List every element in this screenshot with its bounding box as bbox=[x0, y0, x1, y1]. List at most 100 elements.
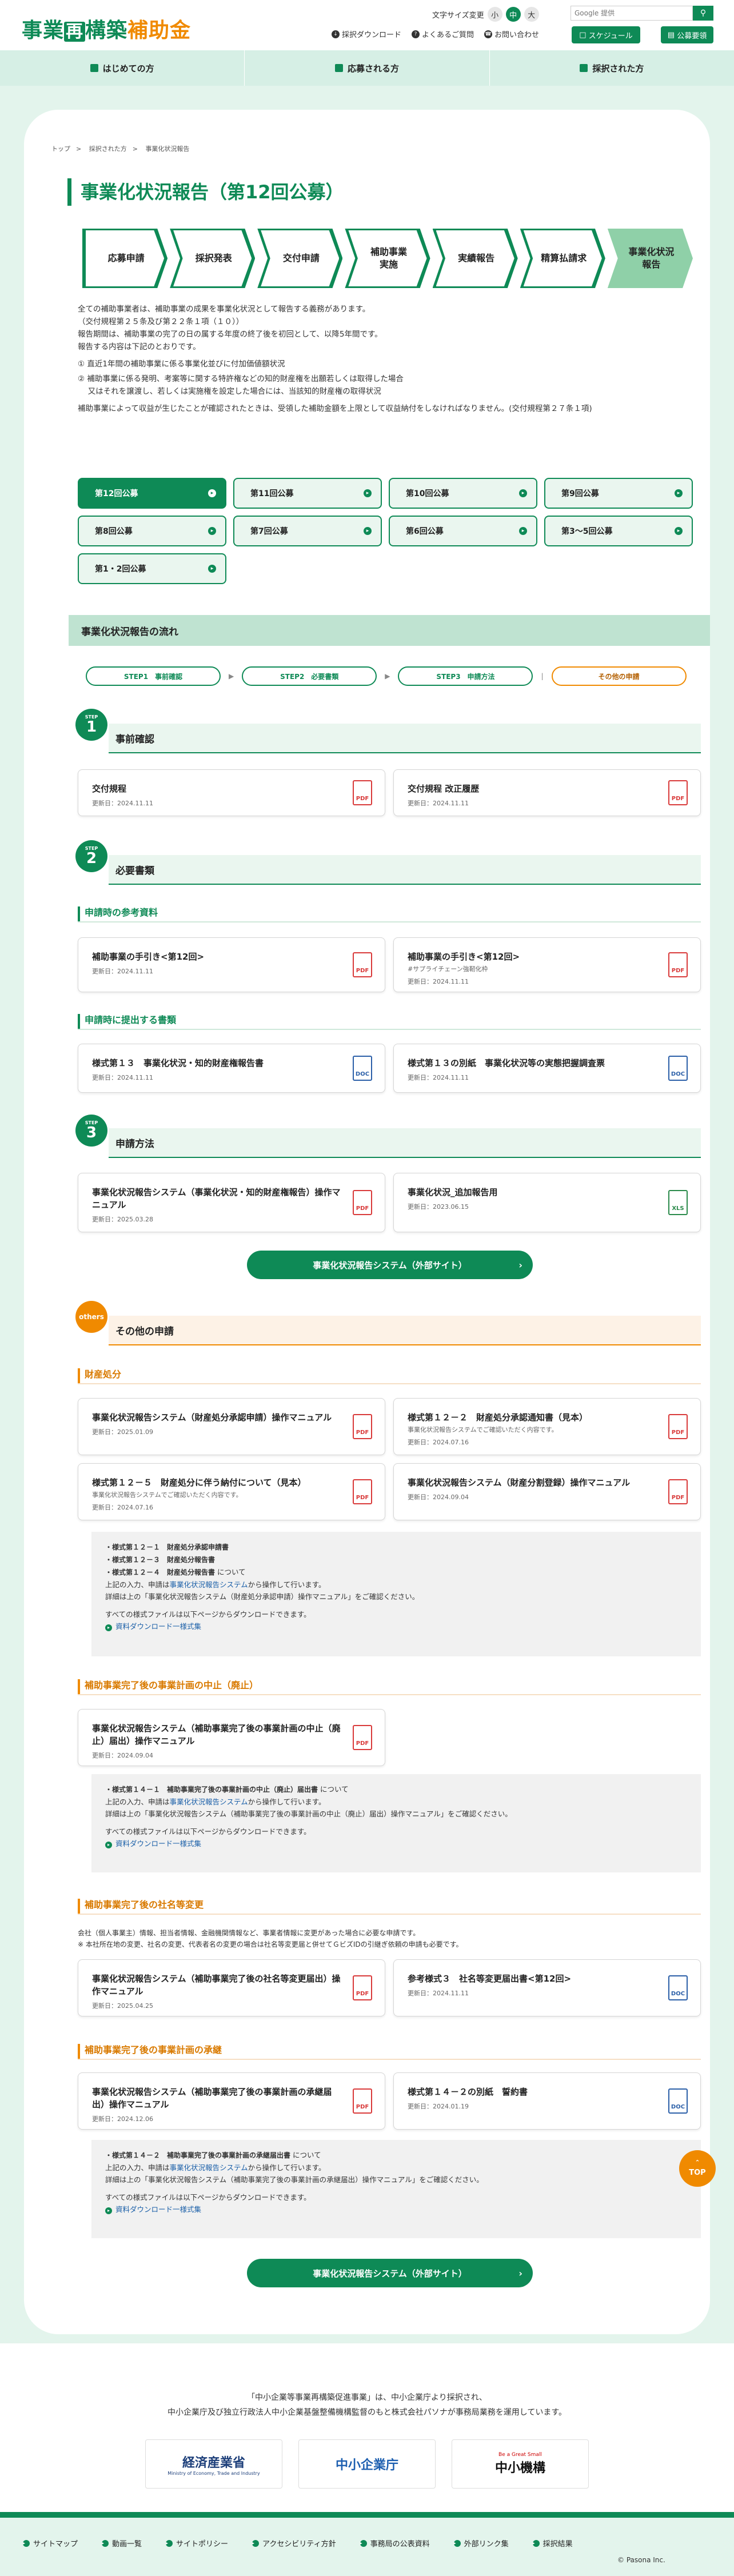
chevron-right-icon: › bbox=[518, 2267, 522, 2279]
search-input[interactable] bbox=[571, 6, 693, 21]
chevron-right-icon: ▸ bbox=[519, 527, 527, 535]
flow-step2-link[interactable]: STEP2 必要書類 bbox=[242, 666, 377, 686]
xls-icon: XLS bbox=[668, 1190, 688, 1215]
breadcrumb-adopted[interactable]: 採択された方 bbox=[89, 145, 127, 153]
doc-card[interactable]: 様式第１２－２ 財産処分承認通知書（見本） 事業化状況報告システムでご確認いただく… bbox=[393, 1398, 701, 1455]
footer-link-sitemap[interactable]: ▸ サイトマップ bbox=[23, 2538, 78, 2549]
system-link[interactable]: 事業化状況報告システム bbox=[170, 1580, 248, 1589]
round-7[interactable]: 第7回公募 ▸ bbox=[233, 516, 382, 546]
public-guidelines-button[interactable]: ▤ 公募要領 bbox=[661, 26, 713, 43]
faq-link[interactable]: ? よくあるご質問 bbox=[412, 29, 474, 39]
download-link[interactable]: ↓ 採択ダウンロード bbox=[332, 29, 401, 39]
nav-adopted[interactable]: 採択された方 bbox=[490, 50, 734, 86]
contact-link[interactable]: ☎ お問い合わせ bbox=[484, 29, 539, 39]
footer-divider bbox=[0, 2512, 734, 2518]
doc-icon: DOC bbox=[668, 1056, 688, 1081]
sme-agency-logo[interactable]: 中小企業庁 bbox=[298, 2439, 436, 2489]
doc-card[interactable]: 補助事業の手引き<第12回> 更新日：2024.11.11 PDF bbox=[78, 937, 385, 992]
step2-badge: STEP 2 bbox=[75, 840, 107, 872]
chevron-right-icon: ▸ bbox=[208, 527, 216, 535]
doc-card[interactable]: 参考様式３ 社名等変更届出書<第12回> 更新日：2024.11.11 DOC bbox=[393, 1959, 701, 2016]
doc-card[interactable]: 様式第１３ 事業化状況・知的財産権報告書 更新日：2024.11.11 DOC bbox=[78, 1044, 385, 1093]
doc-card[interactable]: 様式第１４－２の別紙 誓約書 更新日：2024.01.19 DOC bbox=[393, 2072, 701, 2130]
footer-link-publications[interactable]: ▸ 事務局の公表資料 bbox=[360, 2538, 430, 2549]
round-6[interactable]: 第6回公募 ▸ bbox=[389, 516, 537, 546]
pdf-icon: PDF bbox=[353, 1725, 372, 1750]
download-forms-link[interactable]: 資料ダウンロード一様式集 bbox=[115, 1839, 201, 1848]
chevron-right-icon: › bbox=[518, 1259, 522, 1271]
doc-card[interactable]: 事業化状況報告システム（財産処分承認申請）操作マニュアル 更新日：2025.01.… bbox=[78, 1398, 385, 1455]
report-system-button[interactable]: 事業化状況報告システム（外部サイト） › bbox=[247, 1251, 533, 1279]
schedule-button[interactable]: □ スケジュール bbox=[572, 26, 640, 43]
nav-first-time[interactable]: はじめての方 bbox=[0, 50, 245, 86]
download-forms-link[interactable]: 資料ダウンロード一様式集 bbox=[115, 1622, 201, 1631]
doc-card[interactable]: 事業化状況報告システム（補助事業完了後の事業計画の承継届出）操作マニュアル 更新日… bbox=[78, 2072, 385, 2130]
utility-nav: ↓ 採択ダウンロード ? よくあるご質問 ☎ お問い合わせ bbox=[332, 29, 539, 39]
footer-text-2: 中小企業庁及び独立行政法人中小企業基盤整備機構監督のもと株式会社パソナが事務局業… bbox=[167, 2408, 567, 2417]
doc-card[interactable]: 交付規程 更新日：2024.11.11 PDF bbox=[78, 769, 385, 816]
others-badge: others bbox=[75, 1301, 107, 1333]
submission-heading: 申請時に提出する書類 bbox=[78, 1014, 701, 1030]
pdf-icon: PDF bbox=[353, 1414, 372, 1439]
reference-heading: 申請時の参考資料 bbox=[78, 906, 701, 922]
round-11[interactable]: 第11回公募 ▸ bbox=[233, 478, 382, 509]
asset-disposal-heading: 財産処分 bbox=[78, 1368, 701, 1384]
clipboard-icon bbox=[334, 64, 343, 72]
search-icon[interactable]: ⚲ bbox=[693, 6, 713, 21]
system-link[interactable]: 事業化状況報告システム bbox=[170, 1798, 248, 1806]
doc-card[interactable]: 事業化状況_追加報告用 更新日：2023.06.15 XLS bbox=[393, 1173, 701, 1232]
back-to-top-button[interactable]: ˆ TOP bbox=[679, 2150, 716, 2187]
meti-logo[interactable]: 経済産業省 Ministry of Economy, Trade and Indu… bbox=[145, 2439, 282, 2489]
footer-link-accessibility[interactable]: ▸ アクセシビリティ方針 bbox=[252, 2538, 336, 2549]
arrow-right-icon: ▸ bbox=[360, 2539, 367, 2547]
report-system-button[interactable]: 事業化状況報告システム（外部サイト） › bbox=[247, 2259, 533, 2287]
footer-links: ▸ サイトマップ ▸ 動画一覧 ▸ サイトポリシー ▸ アクセシビリティ方針 ▸ 事務局の… bbox=[23, 2538, 573, 2549]
footer-link-videos[interactable]: ▸ 動画一覧 bbox=[102, 2538, 142, 2549]
doc-icon: DOC bbox=[668, 1975, 688, 2000]
breadcrumb-home[interactable]: トップ bbox=[51, 145, 70, 153]
font-size-medium-button[interactable]: 中 bbox=[505, 7, 521, 22]
arrow-right-icon: ▸ bbox=[252, 2539, 260, 2547]
footer-link-external[interactable]: ▸ 外部リンク集 bbox=[453, 2538, 509, 2549]
round-10[interactable]: 第10回公募 ▸ bbox=[389, 478, 537, 509]
doc-card[interactable]: 交付規程 改正履歴 更新日：2024.11.11 PDF bbox=[393, 769, 701, 816]
phone-icon: ☎ bbox=[484, 30, 493, 38]
doc-card[interactable]: 事業化状況報告システム（補助事業完了後の社名等変更届出）操作マニュアル 更新日：2… bbox=[78, 1959, 385, 2016]
doc-card[interactable]: 補助事業の手引き<第12回> #サプライチェーン強靭化枠 更新日：2024.11.1… bbox=[393, 937, 701, 992]
footer-link-results[interactable]: ▸ 採択結果 bbox=[532, 2538, 573, 2549]
flow-step3-link[interactable]: STEP3 申請方法 bbox=[398, 666, 533, 686]
doc-card[interactable]: 事業化状況報告システム（財産分割登録）操作マニュアル 更新日：2024.09.04… bbox=[393, 1463, 701, 1520]
font-size-large-button[interactable]: 大 bbox=[524, 7, 539, 22]
step1-badge: STEP 1 bbox=[75, 709, 107, 741]
footer-link-policy[interactable]: ▸ サイトポリシー bbox=[166, 2538, 228, 2549]
flow-nav: STEP1 事前確認 ▶ STEP2 必要書類 ▶ STEP3 申請方法 | そ… bbox=[86, 666, 692, 686]
round-3-5[interactable]: 第3〜5回公募 ▸ bbox=[544, 516, 693, 546]
doc-card[interactable]: 様式第１３の別紙 事業化状況等の実態把握調査票 更新日：2024.11.11 DOC bbox=[393, 1044, 701, 1093]
download-icon: ↓ bbox=[332, 30, 340, 38]
doc-card[interactable]: 様式第１２－５ 財産処分に伴う納付について（見本） 事業化状況報告システムでご確認… bbox=[78, 1463, 385, 1520]
chevron-up-icon: ˆ bbox=[695, 2160, 700, 2168]
rename-description: 会社（個人事業主）情報、担当者情報、金融機関情報など、事業者情報に変更があった場… bbox=[78, 1929, 463, 1948]
download-forms-link[interactable]: 資料ダウンロード一様式集 bbox=[115, 2205, 201, 2214]
system-link[interactable]: 事業化状況報告システム bbox=[170, 2163, 248, 2172]
arrow-right-icon: ▸ bbox=[105, 1842, 112, 1848]
nav-applicants[interactable]: 応募される方 bbox=[245, 50, 490, 86]
doc-icon: DOC bbox=[353, 1056, 372, 1081]
round-1-2[interactable]: 第1・2回公募 ▸ bbox=[78, 553, 226, 584]
doc-card[interactable]: 事業化状況報告システム（事業化状況・知的財産権報告）操作マニュアル 更新日：202… bbox=[78, 1173, 385, 1232]
smrj-logo[interactable]: Be a Great Small 中小機構 bbox=[452, 2439, 589, 2489]
round-12[interactable]: 第12回公募 ▸ bbox=[78, 478, 226, 509]
flow-step1-link[interactable]: STEP1 事前確認 bbox=[86, 666, 221, 686]
doc-card[interactable]: 事業化状況報告システム（補助事業完了後の事業計画の中止（廃止）届出）操作マニュア… bbox=[78, 1709, 385, 1766]
round-8[interactable]: 第8回公募 ▸ bbox=[78, 516, 226, 546]
font-size-small-button[interactable]: 小 bbox=[487, 7, 502, 22]
step3-badge: STEP 3 bbox=[75, 1115, 107, 1147]
flow-others-link[interactable]: その他の申請 bbox=[551, 666, 687, 686]
succession-heading: 補助事業完了後の事業計画の承継 bbox=[78, 2044, 701, 2060]
round-9[interactable]: 第9回公募 ▸ bbox=[544, 478, 693, 509]
breadcrumb: トップ > 採択された方 > 事業化状況報告 bbox=[51, 145, 190, 153]
site-logo[interactable]: 事業 再構築補助金 bbox=[22, 14, 191, 43]
calendar-icon: □ bbox=[579, 30, 589, 39]
chevron-right-icon: ▸ bbox=[675, 489, 683, 497]
pdf-icon: PDF bbox=[353, 1479, 372, 1504]
